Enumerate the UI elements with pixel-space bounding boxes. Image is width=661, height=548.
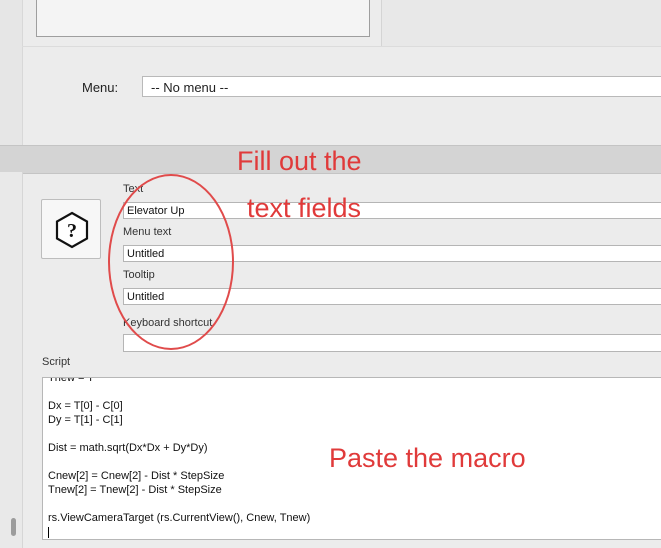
script-line: Dist = math.sqrt(Dx*Dx + Dy*Dy) [48, 442, 208, 454]
script-line: Dx = T[0] - C[0] [48, 400, 123, 412]
script-line: Cnew[2] = Cnew[2] - Dist * StepSize [48, 470, 225, 482]
question-hexagon-icon: ? [55, 211, 89, 249]
script-line [48, 455, 310, 469]
lower-left-gutter [0, 172, 23, 548]
annotation-fill-line-2: text fields [247, 193, 362, 223]
script-line [48, 497, 310, 511]
annotation-ellipse [108, 174, 234, 350]
command-icon-button[interactable]: ? [41, 199, 101, 259]
text-cursor [48, 527, 49, 538]
section-divider [22, 46, 661, 47]
svg-text:?: ? [67, 220, 77, 242]
script-line [48, 385, 310, 399]
menu-select[interactable]: -- No menu -- [142, 76, 661, 97]
annotation-paste-macro: Paste the macro [329, 443, 526, 473]
script-line [48, 427, 310, 441]
preview-pane [36, 0, 370, 37]
script-lines: Tnew = T Dx = T[0] - C[0] Dy = T[1] - C[1]… [48, 377, 311, 525]
script-label: Script [42, 356, 71, 368]
script-line: Tnew = T [48, 377, 94, 384]
left-edge-panel [0, 0, 23, 145]
script-line: rs.ViewCameraTarget (rs.CurrentView(), C… [48, 512, 311, 524]
annotation-fill-line-1: Fill out the [237, 146, 362, 176]
menu-label: Menu: [82, 80, 119, 95]
scrollbar-thumb[interactable] [11, 518, 16, 536]
script-line: Tnew[2] = Tnew[2] - Dist * StepSize [48, 484, 222, 496]
right-pane [382, 0, 661, 46]
script-line: Dy = T[1] - C[1] [48, 414, 123, 426]
